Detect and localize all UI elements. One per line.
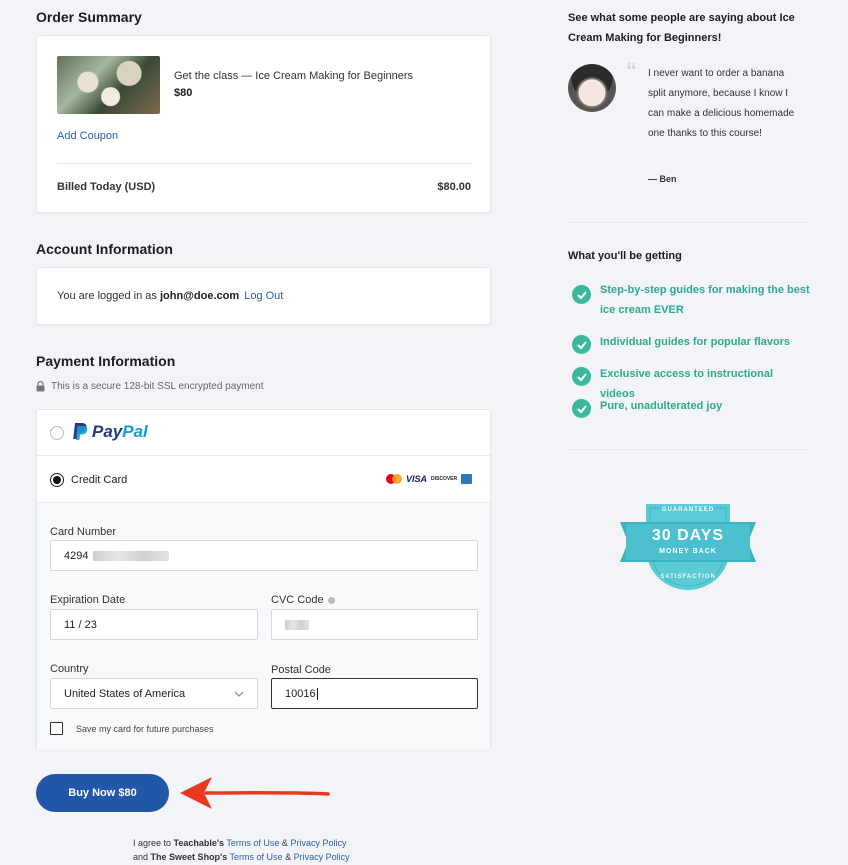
postal-input[interactable]: 10016: [271, 678, 478, 709]
cvc-label: CVC Code: [271, 594, 324, 606]
arrow-annotation: [180, 777, 330, 809]
credit-card-label: Credit Card: [71, 474, 128, 486]
logout-link[interactable]: Log Out: [244, 290, 283, 302]
postal-label: Postal Code: [271, 664, 331, 676]
country-value: United States of America: [64, 687, 186, 700]
badge-sub-text: MONEY BACK: [659, 548, 717, 555]
card-number-value: 4294: [64, 549, 89, 562]
order-summary-title: Order Summary: [36, 9, 142, 25]
terms-of-use-link-2[interactable]: Terms of Use: [230, 852, 283, 862]
card-number-masked: [93, 550, 170, 561]
terms-of-use-link-1[interactable]: Terms of Use: [226, 838, 279, 848]
benefit-item-4: Pure, unadulterated joy: [600, 400, 723, 412]
account-email: john@doe.com: [159, 290, 240, 302]
product-thumbnail: [57, 56, 160, 114]
badge-main-text: 30 DAYS: [651, 527, 725, 544]
testimonial-heading: See what some people are saying about Ic…: [568, 12, 795, 44]
credit-card-radio[interactable]: [50, 473, 64, 487]
testimonial-author: — Ben: [648, 174, 677, 184]
guarantee-badge: GUARANTEED 30 DAYS MONEY BACK SATISFACTI…: [620, 500, 756, 608]
help-icon[interactable]: [327, 596, 335, 604]
benefit-item-1: Step-by-step guides for making the best …: [600, 284, 810, 316]
expiration-value: 11 / 23: [64, 618, 97, 631]
terms-amp-1: &: [281, 838, 288, 848]
chevron-down-icon: [234, 688, 244, 700]
postal-value: 10016: [285, 687, 316, 700]
testimonial-quote: I never want to order a banana split any…: [648, 68, 795, 139]
badge-bottom-text: SATISFACTION: [660, 574, 716, 580]
order-summary-card: Get the class — Ice Cream Making for Beg…: [36, 35, 491, 213]
save-card-checkbox[interactable]: [50, 722, 63, 735]
terms-company-1: Teachable's: [173, 838, 225, 848]
benefit-check-3: [572, 367, 591, 386]
paypal-text-pal: Pal: [122, 422, 148, 441]
billed-amount: $80.00: [437, 181, 471, 193]
summary-divider: [57, 163, 472, 164]
text-cursor: [316, 687, 318, 700]
paypal-logo: Pay Pal: [71, 422, 148, 442]
country-label: Country: [50, 663, 89, 675]
expiration-label: Expiration Date: [50, 594, 126, 606]
card-number-label: Card Number: [50, 526, 117, 538]
product-price: $80: [174, 87, 193, 99]
privacy-policy-link-1[interactable]: Privacy Policy: [290, 838, 346, 848]
benefit-item-2: Individual guides for popular flavors: [600, 336, 791, 348]
buy-now-button[interactable]: Buy Now $80: [36, 774, 169, 812]
right-divider-2: [568, 449, 808, 450]
avatar: [568, 64, 616, 112]
terms-prefix-2: and: [133, 852, 149, 862]
benefit-check-1: [572, 285, 591, 304]
cvc-input[interactable]: [271, 609, 478, 640]
terms-company-2: The Sweet Shop's: [150, 852, 228, 862]
privacy-policy-link-2[interactable]: Privacy Policy: [294, 852, 350, 862]
discover-icon: DISCOVER: [431, 476, 458, 482]
add-coupon-link[interactable]: Add Coupon: [57, 130, 118, 142]
lock-icon: [36, 380, 46, 392]
account-title: Account Information: [36, 241, 173, 257]
expiration-input[interactable]: 11 / 23: [50, 609, 258, 640]
terms-prefix-1: I agree to: [133, 838, 172, 848]
quote-icon: “: [626, 58, 637, 83]
account-card: You are logged in as john@doe.com Log Ou…: [36, 267, 491, 325]
billed-label: Billed Today (USD): [57, 181, 156, 193]
card-number-input[interactable]: 4294: [50, 540, 478, 571]
paypal-radio[interactable]: [50, 426, 64, 440]
save-card-label: Save my card for future purchases: [76, 723, 214, 734]
paypal-text-pay: Pay: [92, 422, 123, 441]
mastercard-icon: [386, 474, 402, 484]
country-select[interactable]: United States of America: [50, 678, 258, 709]
cvc-masked: [285, 619, 309, 630]
logged-in-text: You are logged in as: [57, 290, 157, 302]
right-divider-1: [568, 222, 808, 223]
badge-top-text: GUARANTEED: [661, 507, 715, 513]
paypal-icon: [73, 423, 88, 440]
benefit-check-4: [572, 399, 591, 418]
credit-card-option[interactable]: Credit Card VISA DISCOVER: [37, 456, 490, 502]
payment-card: Pay Pal Credit Card VISA DISCOVER Card Nu…: [36, 409, 491, 750]
card-brands: VISA DISCOVER: [386, 474, 473, 484]
secure-note: This is a secure 128-bit SSL encrypted p…: [51, 381, 264, 392]
terms-text: I agree to Teachable's Terms of Use & Pr…: [133, 836, 350, 864]
paypal-option[interactable]: Pay Pal: [37, 410, 490, 456]
amex-icon: [461, 474, 473, 484]
visa-icon: VISA: [406, 474, 428, 484]
product-name: Get the class — Ice Cream Making for Beg…: [174, 70, 414, 82]
payment-title: Payment Information: [36, 353, 176, 369]
benefits-heading: What you'll be getting: [568, 250, 682, 262]
card-form: Card Number 4294 Expiration Date 11 / 23…: [37, 502, 490, 750]
benefit-check-2: [572, 335, 591, 354]
terms-amp-2: &: [285, 852, 292, 862]
